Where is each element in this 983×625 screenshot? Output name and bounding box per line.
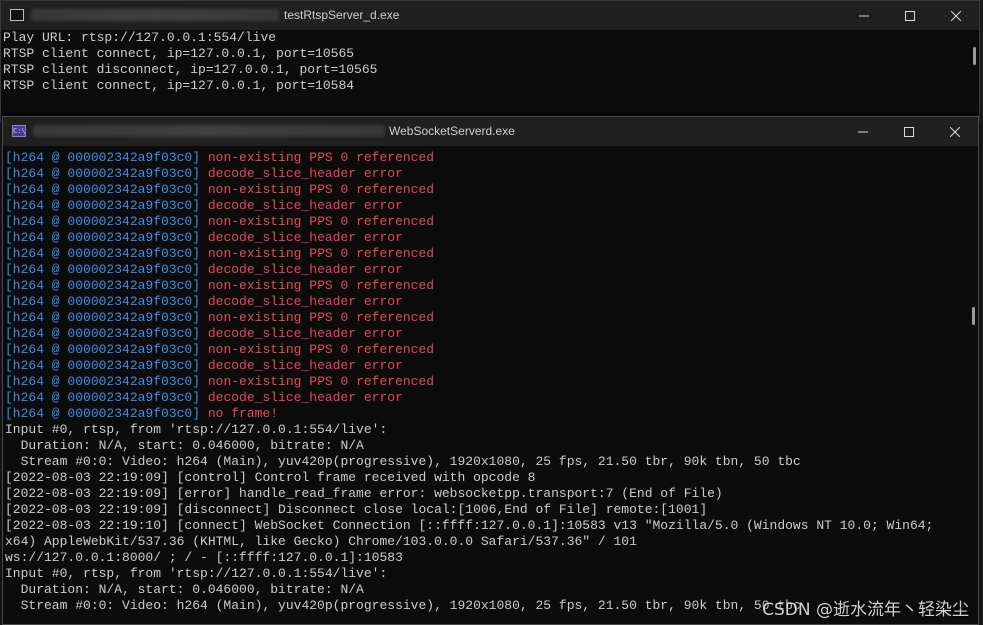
console-output[interactable]: Play URL: rtsp://127.0.0.1:554/live RTSP … (1, 30, 979, 94)
console-line: [2022-08-03 22:19:09] [error] handle_rea… (5, 486, 723, 501)
console-line: RTSP client connect, ip=127.0.0.1, port=… (3, 78, 355, 93)
log-line: [h264 @ 000002342a9f03c0] decode_slice_h… (5, 262, 978, 278)
title-bar[interactable]: testRtspServer_d.exe (1, 1, 979, 30)
window-controls (840, 117, 978, 146)
console-line: x64) AppleWebKit/537.36 (KHTML, like Gec… (5, 534, 637, 549)
log-source-tag: [h264 @ 000002342a9f03c0] (5, 166, 201, 181)
log-line: [h264 @ 000002342a9f03c0] non-existing P… (5, 278, 978, 294)
console-window-rtsp-server[interactable]: testRtspServer_d.exe Play URL: rtsp://12… (0, 0, 980, 122)
maximize-icon (905, 10, 915, 21)
console-line: ws://127.0.0.1:8000/ ; / - [::ffff:127.0… (5, 550, 403, 565)
log-error-message: decode_slice_header error (200, 230, 403, 245)
log-source-tag: [h264 @ 000002342a9f03c0] (5, 278, 201, 293)
log-line: [h264 @ 000002342a9f03c0] decode_slice_h… (5, 326, 978, 342)
maximize-icon (904, 126, 914, 137)
log-error-message: decode_slice_header error (200, 326, 403, 341)
console-window-websocket-server[interactable]: C:\ WebSocketServerd.exe [h264 @ 0000023… (2, 116, 979, 625)
log-error-message: non-existing PPS 0 referenced (200, 278, 435, 293)
log-line: [h264 @ 000002342a9f03c0] non-existing P… (5, 374, 978, 390)
log-source-tag: [h264 @ 000002342a9f03c0] (5, 246, 201, 261)
scrollbar-thumb[interactable] (973, 47, 976, 65)
console-icon (10, 9, 24, 21)
log-source-tag: [h264 @ 000002342a9f03c0] (5, 214, 201, 229)
minimize-icon (858, 131, 868, 132)
log-source-tag: [h264 @ 000002342a9f03c0] (5, 342, 201, 357)
console-icon: C:\ (12, 125, 26, 137)
minimize-icon (859, 15, 869, 16)
log-line: [h264 @ 000002342a9f03c0] non-existing P… (5, 214, 978, 230)
log-source-tag: [h264 @ 000002342a9f03c0] (5, 358, 201, 373)
log-source-tag: [h264 @ 000002342a9f03c0] (5, 326, 201, 341)
log-source-tag: [h264 @ 000002342a9f03c0] (5, 390, 201, 405)
redacted-path (31, 9, 279, 21)
log-source-tag: [h264 @ 000002342a9f03c0] (5, 262, 201, 277)
log-line: [h264 @ 000002342a9f03c0] non-existing P… (5, 246, 978, 262)
console-line: Input #0, rtsp, from 'rtsp://127.0.0.1:5… (5, 566, 388, 581)
log-error-message: non-existing PPS 0 referenced (200, 342, 435, 357)
log-error-message: non-existing PPS 0 referenced (200, 150, 435, 165)
log-source-tag: [h264 @ 000002342a9f03c0] (5, 310, 201, 325)
console-output[interactable]: [h264 @ 000002342a9f03c0] non-existing P… (3, 146, 978, 614)
maximize-button[interactable] (887, 1, 933, 30)
log-error-message: no frame! (200, 406, 279, 421)
log-error-message: decode_slice_header error (200, 358, 403, 373)
log-line: [h264 @ 000002342a9f03c0] decode_slice_h… (5, 198, 978, 214)
log-error-message: non-existing PPS 0 referenced (200, 246, 435, 261)
close-icon (950, 126, 960, 137)
minimize-button[interactable] (841, 1, 887, 30)
minimize-button[interactable] (840, 117, 886, 146)
log-line: [h264 @ 000002342a9f03c0] decode_slice_h… (5, 294, 978, 310)
close-button[interactable] (933, 1, 979, 30)
log-line: [h264 @ 000002342a9f03c0] non-existing P… (5, 182, 978, 198)
window-title: testRtspServer_d.exe (284, 8, 400, 22)
log-line: [h264 @ 000002342a9f03c0] non-existing P… (5, 310, 978, 326)
log-error-message: decode_slice_header error (200, 294, 403, 309)
log-line: [h264 @ 000002342a9f03c0] decode_slice_h… (5, 358, 978, 374)
console-line: RTSP client disconnect, ip=127.0.0.1, po… (3, 62, 378, 77)
console-line: Duration: N/A, start: 0.046000, bitrate:… (5, 438, 364, 453)
console-line: [2022-08-03 22:19:09] [control] Control … (5, 470, 536, 485)
close-button[interactable] (932, 117, 978, 146)
log-error-message: non-existing PPS 0 referenced (200, 182, 435, 197)
console-line: [2022-08-03 22:19:10] [connect] WebSocke… (5, 518, 934, 533)
console-line: Play URL: rtsp://127.0.0.1:554/live (3, 30, 277, 45)
close-icon (951, 10, 961, 21)
log-source-tag: [h264 @ 000002342a9f03c0] (5, 150, 201, 165)
log-error-message: decode_slice_header error (200, 166, 403, 181)
log-error-message: decode_slice_header error (200, 198, 403, 213)
console-line: Input #0, rtsp, from 'rtsp://127.0.0.1:5… (5, 422, 388, 437)
log-line: [h264 @ 000002342a9f03c0] no frame! (5, 406, 978, 422)
log-source-tag: [h264 @ 000002342a9f03c0] (5, 182, 201, 197)
console-line: [2022-08-03 22:19:09] [disconnect] Disco… (5, 502, 708, 517)
console-line: Stream #0:0: Video: h264 (Main), yuv420p… (5, 454, 801, 469)
log-source-tag: [h264 @ 000002342a9f03c0] (5, 294, 201, 309)
log-source-tag: [h264 @ 000002342a9f03c0] (5, 198, 201, 213)
maximize-button[interactable] (886, 117, 932, 146)
csdn-watermark: CSDN @逝水流年丶轻染尘 (762, 600, 969, 620)
title-bar[interactable]: C:\ WebSocketServerd.exe (3, 117, 978, 146)
log-line: [h264 @ 000002342a9f03c0] decode_slice_h… (5, 230, 978, 246)
scrollbar-thumb[interactable] (972, 307, 975, 325)
redacted-path (33, 125, 385, 137)
window-title: WebSocketServerd.exe (389, 124, 515, 138)
window-controls (841, 1, 979, 30)
log-error-message: non-existing PPS 0 referenced (200, 310, 435, 325)
log-line: [h264 @ 000002342a9f03c0] non-existing P… (5, 342, 978, 358)
log-source-tag: [h264 @ 000002342a9f03c0] (5, 406, 201, 421)
log-source-tag: [h264 @ 000002342a9f03c0] (5, 374, 201, 389)
log-error-message: non-existing PPS 0 referenced (200, 374, 435, 389)
log-error-message: decode_slice_header error (200, 262, 403, 277)
console-line: RTSP client connect, ip=127.0.0.1, port=… (3, 46, 355, 61)
log-source-tag: [h264 @ 000002342a9f03c0] (5, 230, 201, 245)
log-line: [h264 @ 000002342a9f03c0] non-existing P… (5, 150, 978, 166)
log-line: [h264 @ 000002342a9f03c0] decode_slice_h… (5, 390, 978, 406)
log-error-message: non-existing PPS 0 referenced (200, 214, 435, 229)
log-line: [h264 @ 000002342a9f03c0] decode_slice_h… (5, 166, 978, 182)
log-error-message: decode_slice_header error (200, 390, 403, 405)
